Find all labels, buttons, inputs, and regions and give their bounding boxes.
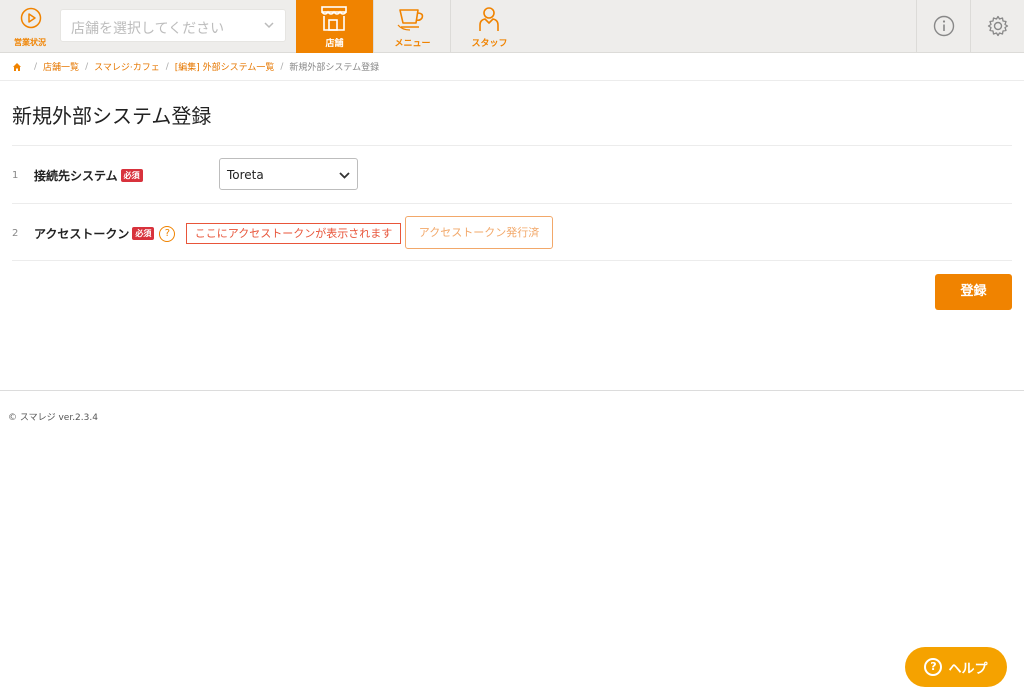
nav-tab-staff-label: スタッフ — [471, 39, 508, 49]
form-row-token: 2 アクセストークン 必須 ? ここにアクセストークンが表示されます アクセスト… — [12, 203, 1012, 261]
settings-button[interactable] — [970, 0, 1024, 53]
nav-tab-menu[interactable]: メニュー — [373, 0, 450, 53]
breadcrumb-separator: / — [280, 61, 284, 72]
required-badge: 必須 — [132, 227, 155, 240]
gear-icon — [987, 15, 1009, 37]
nav-tab-store-label: 店舗 — [325, 39, 344, 49]
chevron-down-icon — [264, 22, 274, 29]
access-token-display: ここにアクセストークンが表示されます — [186, 223, 401, 244]
system-select-value: Toreta — [227, 168, 264, 182]
system-select[interactable]: Toreta — [219, 158, 358, 190]
page-title: 新規外部システム登録 — [12, 104, 212, 128]
token-label: アクセストークン 必須 ? — [34, 225, 176, 242]
system-label-text: 接続先システム — [34, 169, 118, 183]
registration-form: 1 接続先システム 必須 Toreta 2 アクセストークン 必須 ? ここにア… — [12, 145, 1012, 261]
home-icon[interactable] — [12, 62, 22, 72]
breadcrumb-separator: / — [165, 61, 169, 72]
token-label-text: アクセストークン — [34, 227, 130, 241]
breadcrumb-separator: / — [34, 61, 38, 72]
storefront-icon — [321, 6, 347, 31]
issue-token-button[interactable]: アクセストークン発行済 — [405, 216, 553, 249]
store-select[interactable]: 店舗を選択してください — [60, 9, 286, 42]
coffee-cup-icon — [397, 9, 424, 31]
chevron-down-icon — [339, 172, 350, 179]
footer-divider — [0, 390, 1024, 391]
top-bar: 営業状況 店舗を選択してください 店舗 メニュー スタッフ — [0, 0, 1024, 53]
row-number: 2 — [12, 228, 19, 239]
breadcrumb-current: 新規外部システム登録 — [289, 63, 380, 73]
copyright: © スマレジ ver.2.3.4 — [8, 413, 98, 423]
register-button[interactable]: 登録 — [935, 274, 1012, 310]
nav-tab-staff[interactable]: スタッフ — [450, 0, 527, 53]
business-status-button[interactable]: 営業状況 — [0, 0, 60, 53]
staff-person-icon — [479, 7, 499, 31]
breadcrumb-external-systems[interactable]: [編集] 外部システム一覧 — [175, 60, 275, 73]
nav-tab-store[interactable]: 店舗 — [296, 0, 373, 53]
help-icon[interactable]: ? — [159, 225, 176, 242]
system-label: 接続先システム 必須 — [34, 167, 143, 184]
form-row-system: 1 接続先システム 必須 Toreta — [12, 145, 1012, 203]
required-badge: 必須 — [120, 169, 143, 182]
breadcrumb-store-list[interactable]: 店舗一覧 — [43, 60, 79, 73]
row-number: 1 — [12, 170, 19, 181]
help-button-label: ヘルプ — [948, 661, 988, 677]
breadcrumb-separator: / — [85, 61, 89, 72]
breadcrumb: / 店舗一覧 / スマレジ·カフェ / [編集] 外部システム一覧 / 新規外部… — [0, 53, 1024, 81]
store-select-placeholder: 店舗を選択してください — [71, 21, 225, 37]
play-circle-icon — [20, 7, 42, 29]
info-button[interactable] — [916, 0, 970, 53]
breadcrumb-store[interactable]: スマレジ·カフェ — [94, 60, 160, 73]
nav-tab-menu-label: メニュー — [394, 39, 431, 49]
business-status-label: 営業状況 — [14, 38, 46, 47]
help-button[interactable]: ? ヘルプ — [905, 647, 1007, 687]
question-icon: ? — [924, 658, 943, 676]
info-icon — [933, 15, 955, 37]
